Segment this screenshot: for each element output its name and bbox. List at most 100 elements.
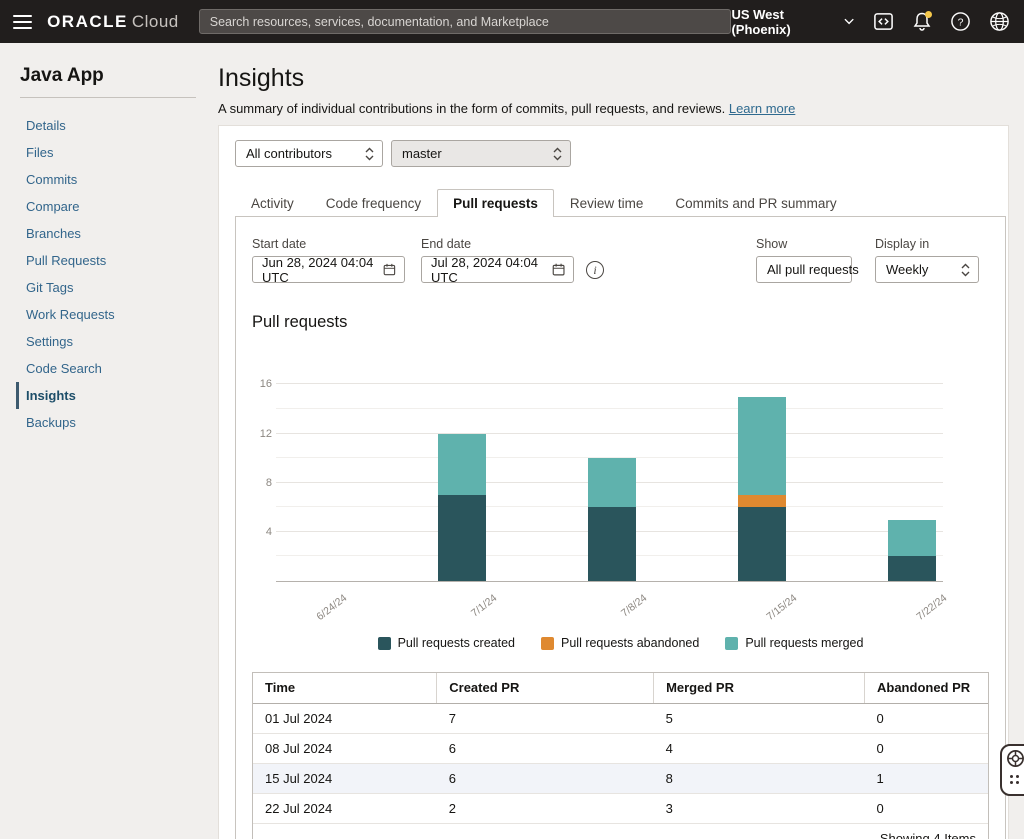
tab-content: Start date Jun 28, 2024 04:04 UTC End da… <box>235 216 1006 839</box>
support-widget[interactable] <box>1000 744 1024 796</box>
table-cell: 1 <box>865 763 989 793</box>
tab-bar: ActivityCode frequencyPull requestsRevie… <box>235 189 1006 216</box>
end-date-input[interactable]: Jul 28, 2024 04:04 UTC <box>421 256 574 283</box>
show-select[interactable]: All pull requests <box>756 256 852 283</box>
sidebar-item-details[interactable]: Details <box>16 112 196 139</box>
sidebar-nav: DetailsFilesCommitsCompareBranchesPull R… <box>16 112 196 436</box>
tab-code-frequency[interactable]: Code frequency <box>310 189 437 217</box>
oracle-cloud-logo[interactable]: ORACLECloud <box>47 12 179 32</box>
info-icon[interactable]: i <box>586 261 604 279</box>
x-axis-tick: 7/15/24 <box>764 592 799 623</box>
sidebar-item-commits[interactable]: Commits <box>16 166 196 193</box>
x-axis-tick: 6/24/24 <box>314 592 349 623</box>
sidebar-item-insights[interactable]: Insights <box>16 382 196 409</box>
branch-value: master <box>402 146 442 161</box>
tab-commits-and-pr-summary[interactable]: Commits and PR summary <box>659 189 852 217</box>
table-cell: 0 <box>865 703 989 733</box>
bar-segment[interactable] <box>888 556 936 581</box>
sidebar-item-code-search[interactable]: Code Search <box>16 355 196 382</box>
sidebar-item-compare[interactable]: Compare <box>16 193 196 220</box>
page-description: A summary of individual contributions in… <box>218 101 725 116</box>
chart-title: Pull requests <box>252 313 989 332</box>
region-selector[interactable]: US West (Phoenix) <box>731 7 854 37</box>
cloud-shell-icon[interactable] <box>873 11 894 33</box>
table-cell: 2 <box>437 793 654 823</box>
contributors-value: All contributors <box>246 146 332 161</box>
table-cell: 0 <box>865 733 989 763</box>
tab-activity[interactable]: Activity <box>235 189 310 217</box>
sidebar-item-files[interactable]: Files <box>16 139 196 166</box>
legend-item: Pull requests created <box>378 636 515 650</box>
x-axis-tick: 7/1/24 <box>469 592 499 619</box>
bar-segment[interactable] <box>588 507 636 581</box>
bar-segment[interactable] <box>438 434 486 495</box>
column-header: Abandoned PR <box>865 673 989 703</box>
pr-summary-table: TimeCreated PRMerged PRAbandoned PR 01 J… <box>252 672 989 839</box>
column-header: Merged PR <box>654 673 865 703</box>
table-cell: 3 <box>654 793 865 823</box>
help-icon[interactable]: ? <box>950 11 971 33</box>
contributors-select[interactable]: All contributors <box>235 140 383 167</box>
display-in-select[interactable]: Weekly <box>875 256 979 283</box>
stepper-icon <box>365 147 374 161</box>
y-axis-tick: 8 <box>248 477 272 489</box>
calendar-icon <box>383 262 396 277</box>
show-value: All pull requests <box>767 262 859 277</box>
table-row[interactable]: 01 Jul 2024750 <box>253 703 988 733</box>
brand-cloud: Cloud <box>132 12 179 31</box>
table-cell: 4 <box>654 733 865 763</box>
table-cell: 7 <box>437 703 654 733</box>
sidebar-item-git-tags[interactable]: Git Tags <box>16 274 196 301</box>
chart-legend: Pull requests createdPull requests aband… <box>252 636 989 650</box>
branch-select[interactable]: master <box>391 140 571 167</box>
chart-plot-area: 481216 <box>276 378 943 582</box>
bar-segment[interactable] <box>738 397 786 495</box>
table-cell: 22 Jul 2024 <box>253 793 437 823</box>
table-row[interactable]: 22 Jul 2024230 <box>253 793 988 823</box>
search-input[interactable]: Search resources, services, documentatio… <box>199 9 732 34</box>
sidebar: Java App DetailsFilesCommitsCompareBranc… <box>0 43 210 839</box>
bar-segment[interactable] <box>738 507 786 581</box>
pull-requests-chart: 481216 6/24/247/1/247/8/247/15/247/22/24 <box>252 378 989 628</box>
sidebar-item-pull-requests[interactable]: Pull Requests <box>16 247 196 274</box>
sidebar-item-work-requests[interactable]: Work Requests <box>16 301 196 328</box>
chart-x-axis: 6/24/247/1/247/8/247/15/247/22/24 <box>276 582 943 628</box>
column-header: Time <box>253 673 437 703</box>
start-date-input[interactable]: Jun 28, 2024 04:04 UTC <box>252 256 405 283</box>
y-axis-tick: 16 <box>248 378 272 390</box>
tab-pull-requests[interactable]: Pull requests <box>437 189 554 217</box>
column-header: Created PR <box>437 673 654 703</box>
bar-segment[interactable] <box>888 520 936 557</box>
legend-item: Pull requests merged <box>725 636 863 650</box>
life-ring-icon <box>1006 749 1024 768</box>
globe-language-icon[interactable] <box>989 11 1010 33</box>
insights-panel: All contributors master ActivityCode fre… <box>218 125 1009 839</box>
bar-segment[interactable] <box>438 495 486 581</box>
sidebar-item-branches[interactable]: Branches <box>16 220 196 247</box>
sidebar-item-settings[interactable]: Settings <box>16 328 196 355</box>
display-in-label: Display in <box>875 237 979 251</box>
table-row[interactable]: 15 Jul 2024681 <box>253 763 988 793</box>
page-title: Insights <box>218 64 1009 93</box>
chevron-down-icon <box>844 18 854 25</box>
table-cell: 5 <box>654 703 865 733</box>
show-label: Show <box>756 237 852 251</box>
legend-swatch <box>378 637 391 650</box>
learn-more-link[interactable]: Learn more <box>729 101 795 116</box>
top-bar: ORACLECloud Search resources, services, … <box>0 0 1024 43</box>
stepper-icon <box>553 147 562 161</box>
menu-icon[interactable] <box>8 7 37 37</box>
start-date-label: Start date <box>252 237 405 251</box>
table-cell: 6 <box>437 733 654 763</box>
start-date-value: Jun 28, 2024 04:04 UTC <box>262 255 383 285</box>
sidebar-item-backups[interactable]: Backups <box>16 409 196 436</box>
table-row[interactable]: 08 Jul 2024640 <box>253 733 988 763</box>
bar-segment[interactable] <box>588 458 636 507</box>
brand-oracle: ORACLE <box>47 12 128 31</box>
notification-badge <box>925 11 932 18</box>
end-date-label: End date <box>421 237 574 251</box>
x-axis-tick: 7/22/24 <box>914 592 949 623</box>
tab-review-time[interactable]: Review time <box>554 189 660 217</box>
bar-segment[interactable] <box>738 495 786 507</box>
notifications-bell-icon[interactable] <box>912 11 932 33</box>
